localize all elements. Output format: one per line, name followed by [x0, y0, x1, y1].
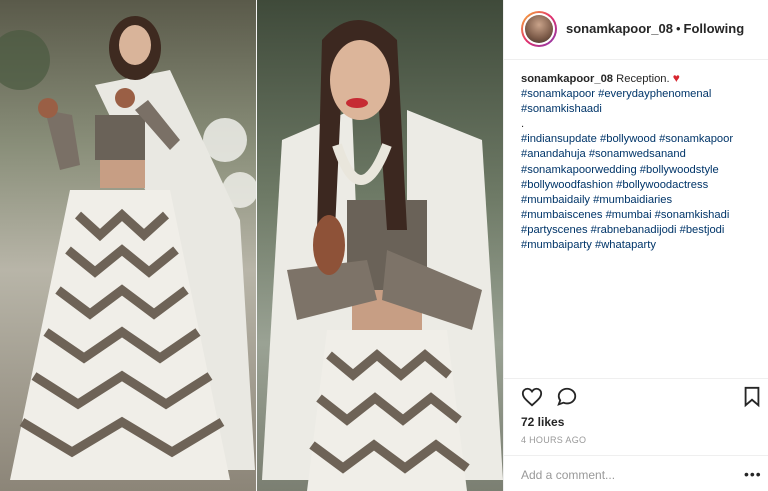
likes-count[interactable]: 72 likes — [521, 415, 564, 429]
avatar[interactable] — [521, 11, 557, 47]
post-photo[interactable] — [0, 0, 503, 491]
header-dot: • — [675, 21, 681, 36]
hashtag-line[interactable]: #partyscenes #rabnebanadijodi #bestjodi — [521, 223, 756, 238]
post-header: sonamkapoor_08 • Following — [504, 0, 768, 60]
hashtag-line[interactable]: #sonamkishaadi — [521, 102, 756, 117]
add-comment-input[interactable]: Add a comment... — [521, 468, 615, 482]
hashtag-line[interactable]: #sonamkapoorwedding #bollywoodstyle — [521, 163, 756, 178]
heart-icon[interactable] — [521, 386, 543, 413]
post-actions — [521, 386, 761, 412]
hashtag-line[interactable]: #mumbaiparty #whataparty — [521, 238, 756, 253]
hashtag-line[interactable]: #indiansupdate #bollywood #sonamkapoor — [521, 132, 756, 147]
hashtag-line[interactable]: #anandahuja #sonamwedsanand — [521, 147, 756, 162]
header-text: sonamkapoor_08 • Following — [566, 21, 744, 36]
post-sidebar: sonamkapoor_08 • Following sonamkapoor_08 … — [503, 0, 768, 491]
hashtag-line[interactable]: #mumbaidaily #mumbaidiaries — [521, 193, 756, 208]
hashtag-line[interactable]: #mumbaiscenes #mumbai #sonamkishadi — [521, 208, 756, 223]
hashtag-line[interactable]: #bollywoodfashion #bollywoodactress — [521, 178, 756, 193]
photo-panel-left — [0, 0, 257, 491]
caption-separator: . — [521, 118, 525, 131]
red-heart-emoji: ♥ — [672, 71, 680, 85]
caption-text: Reception. — [616, 73, 670, 85]
post-timestamp[interactable]: 4 HOURS AGO — [521, 435, 586, 445]
hashtag-line[interactable]: #sonamkapoor #everydayphenomenal — [521, 87, 756, 102]
username-link[interactable]: sonamkapoor_08 — [566, 21, 673, 36]
post-caption: sonamkapoor_08 Reception. ♥ #sonamkapoor… — [521, 71, 756, 253]
divider — [504, 455, 768, 456]
comment-icon[interactable] — [556, 386, 578, 413]
caption-username[interactable]: sonamkapoor_08 — [521, 73, 613, 85]
bookmark-icon[interactable] — [743, 386, 761, 413]
following-button[interactable]: Following — [684, 21, 745, 36]
divider — [504, 378, 768, 379]
photo-panel-right — [257, 0, 503, 491]
more-options-icon[interactable]: ••• — [744, 466, 762, 482]
